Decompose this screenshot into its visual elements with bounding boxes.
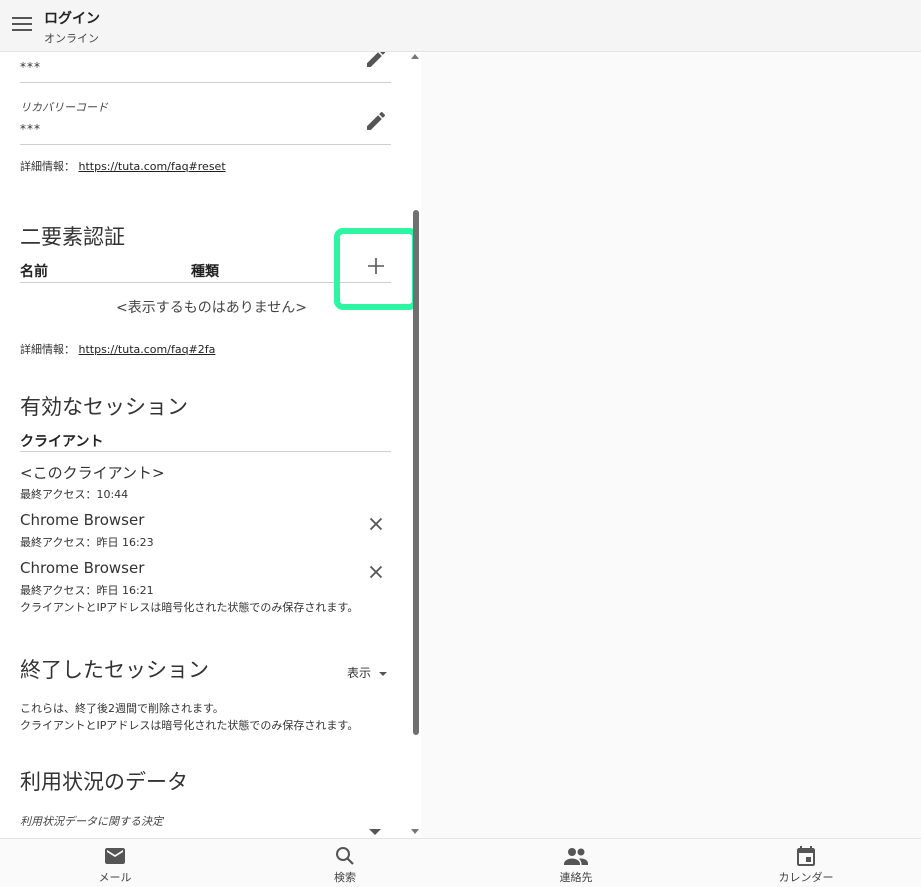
nav-mail[interactable]: メール xyxy=(55,839,175,887)
scrollbar-thumb[interactable] xyxy=(413,210,419,735)
nav-search[interactable]: 検索 xyxy=(285,839,405,887)
mail-icon xyxy=(105,848,125,864)
col-name-header: 名前 xyxy=(20,264,48,280)
col-type-header: 種類 xyxy=(191,264,219,280)
divider xyxy=(20,82,391,83)
active-sessions-title: 有効なセッション xyxy=(20,395,188,419)
session-last-access: 最終アクセス：昨日 16:21 xyxy=(20,584,154,597)
expand-chevron-icon[interactable] xyxy=(369,829,381,835)
closed-sessions-title: 終了したセッション xyxy=(20,658,209,682)
menu-icon[interactable] xyxy=(12,17,32,33)
usage-data-title: 利用状況のデータ xyxy=(20,770,188,794)
col-client-header: クライアント xyxy=(20,434,104,450)
close-session-icon[interactable] xyxy=(365,513,387,535)
password-value: *** xyxy=(20,60,41,74)
usage-decision-label: 利用状況データに関する決定 xyxy=(20,815,163,828)
scroll-up-arrow-icon[interactable] xyxy=(411,54,419,59)
scroll-down-arrow-icon[interactable] xyxy=(411,829,419,834)
nav-calendar[interactable]: カレンダー xyxy=(746,839,866,887)
nav-label: 検索 xyxy=(334,871,356,884)
recovery-code-value: *** xyxy=(20,122,41,136)
show-closed-sessions-dropdown[interactable]: 表示 xyxy=(347,664,387,681)
close-session-icon[interactable] xyxy=(365,561,387,583)
session-name: <このクライアント> xyxy=(20,464,165,482)
session-last-access: 最終アクセス：10:44 xyxy=(20,488,129,501)
detail-area xyxy=(421,52,921,838)
page-title: ログイン xyxy=(44,11,100,27)
nav-contacts[interactable]: 連絡先 xyxy=(516,839,636,887)
login-settings-panel[interactable]: *** リカバリーコード *** 詳細情報： https://tuta.com/… xyxy=(0,52,421,838)
app-header: ログイン オンライン xyxy=(0,0,921,52)
empty-list-text: <表示するものはありません> xyxy=(116,300,308,316)
search-icon xyxy=(336,847,354,865)
session-name: Chrome Browser xyxy=(20,511,145,529)
info-label: 詳細情報： xyxy=(20,160,75,173)
connection-status: オンライン xyxy=(44,32,99,45)
two-factor-info: 詳細情報： https://tuta.com/faq#2fa xyxy=(20,341,215,357)
closed-sessions-note: これらは、終了後2週間で削除されます。 xyxy=(20,702,224,715)
encryption-note: クライアントとIPアドレスは暗号化された状態でのみ保存されます。 xyxy=(20,601,359,614)
add-second-factor-button[interactable] xyxy=(364,254,388,278)
divider xyxy=(20,451,391,452)
info-label: 詳細情報： xyxy=(20,343,75,356)
session-name: Chrome Browser xyxy=(20,559,145,577)
closed-sessions-note: クライアントとIPアドレスは暗号化された状態でのみ保存されます。 xyxy=(20,719,359,732)
reset-info: 詳細情報： https://tuta.com/faq#reset xyxy=(20,158,226,174)
reset-faq-link[interactable]: https://tuta.com/faq#reset xyxy=(79,160,226,173)
recovery-code-label: リカバリーコード xyxy=(20,101,108,114)
divider xyxy=(20,144,391,145)
two-factor-faq-link[interactable]: https://tuta.com/faq#2fa xyxy=(79,343,216,356)
edit-password-icon[interactable] xyxy=(364,52,388,70)
session-last-access: 最終アクセス：昨日 16:23 xyxy=(20,536,154,549)
calendar-icon xyxy=(797,846,815,866)
caret-down-icon xyxy=(378,671,387,676)
nav-label: メール xyxy=(98,871,132,884)
show-label: 表示 xyxy=(347,666,372,680)
bottom-navigation: メール 検索 連絡先 カレンダー xyxy=(0,838,921,887)
nav-label: 連絡先 xyxy=(559,871,593,884)
nav-label: カレンダー xyxy=(778,871,834,884)
contacts-icon xyxy=(564,848,588,865)
two-factor-title: 二要素認証 xyxy=(20,225,125,249)
edit-recovery-code-icon[interactable] xyxy=(364,109,388,133)
